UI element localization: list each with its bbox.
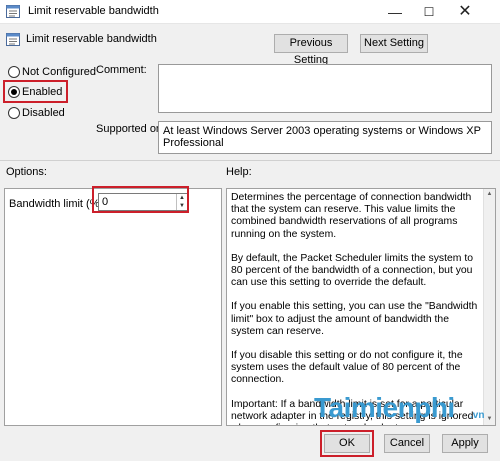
watermark-logo: Taimienphi .vn xyxy=(308,392,496,424)
not-configured-label[interactable]: Not Configured xyxy=(22,66,96,78)
title-bar: Limit reservable bandwidth — ☐ ✕ xyxy=(0,0,500,24)
enabled-highlight xyxy=(3,80,68,103)
scroll-up-icon[interactable]: ▲ xyxy=(484,189,495,200)
not-configured-radio[interactable] xyxy=(8,66,20,78)
help-paragraph: If you disable this setting or do not co… xyxy=(231,350,463,386)
window-title: Limit reservable bandwidth xyxy=(28,5,159,17)
watermark-text: Taimienphi xyxy=(314,392,455,423)
cancel-button[interactable]: Cancel xyxy=(384,434,430,453)
comment-label: Comment: xyxy=(96,64,147,76)
next-setting-button[interactable]: Next Setting xyxy=(360,34,428,53)
policy-window-icon xyxy=(6,5,20,18)
apply-button[interactable]: Apply xyxy=(442,434,488,453)
previous-setting-button[interactable]: Previous Setting xyxy=(274,34,348,66)
minimize-button[interactable]: — xyxy=(380,0,410,24)
help-pane: Determines the percentage of connection … xyxy=(226,188,496,426)
comment-textarea[interactable] xyxy=(158,64,492,113)
policy-name: Limit reservable bandwidth xyxy=(26,33,157,45)
supported-on-value: At least Windows Server 2003 operating s… xyxy=(158,121,492,154)
help-paragraph: If you enable this setting, you can use … xyxy=(231,301,478,337)
bandwidth-highlight xyxy=(92,186,189,213)
help-scrollbar[interactable]: ▲ ▼ xyxy=(483,189,495,425)
policy-setting-icon xyxy=(6,33,20,46)
options-label: Options: xyxy=(6,166,47,178)
options-pane: Bandwidth limit (%): 0 ▲ ▼ xyxy=(4,188,222,426)
supported-on-label: Supported on: xyxy=(96,123,166,135)
help-paragraph: By default, the Packet Scheduler limits … xyxy=(231,252,473,289)
section-divider xyxy=(0,160,500,161)
help-label: Help: xyxy=(226,166,252,178)
help-paragraph: Determines the percentage of connection … xyxy=(231,192,472,240)
disabled-label[interactable]: Disabled xyxy=(22,107,65,119)
help-text: Determines the percentage of connection … xyxy=(231,192,479,425)
close-button[interactable]: ✕ xyxy=(450,0,480,24)
watermark-suffix: .vn xyxy=(470,410,485,421)
maximize-button[interactable]: ☐ xyxy=(414,0,444,24)
ok-highlight xyxy=(320,430,374,457)
disabled-radio[interactable] xyxy=(8,107,20,119)
